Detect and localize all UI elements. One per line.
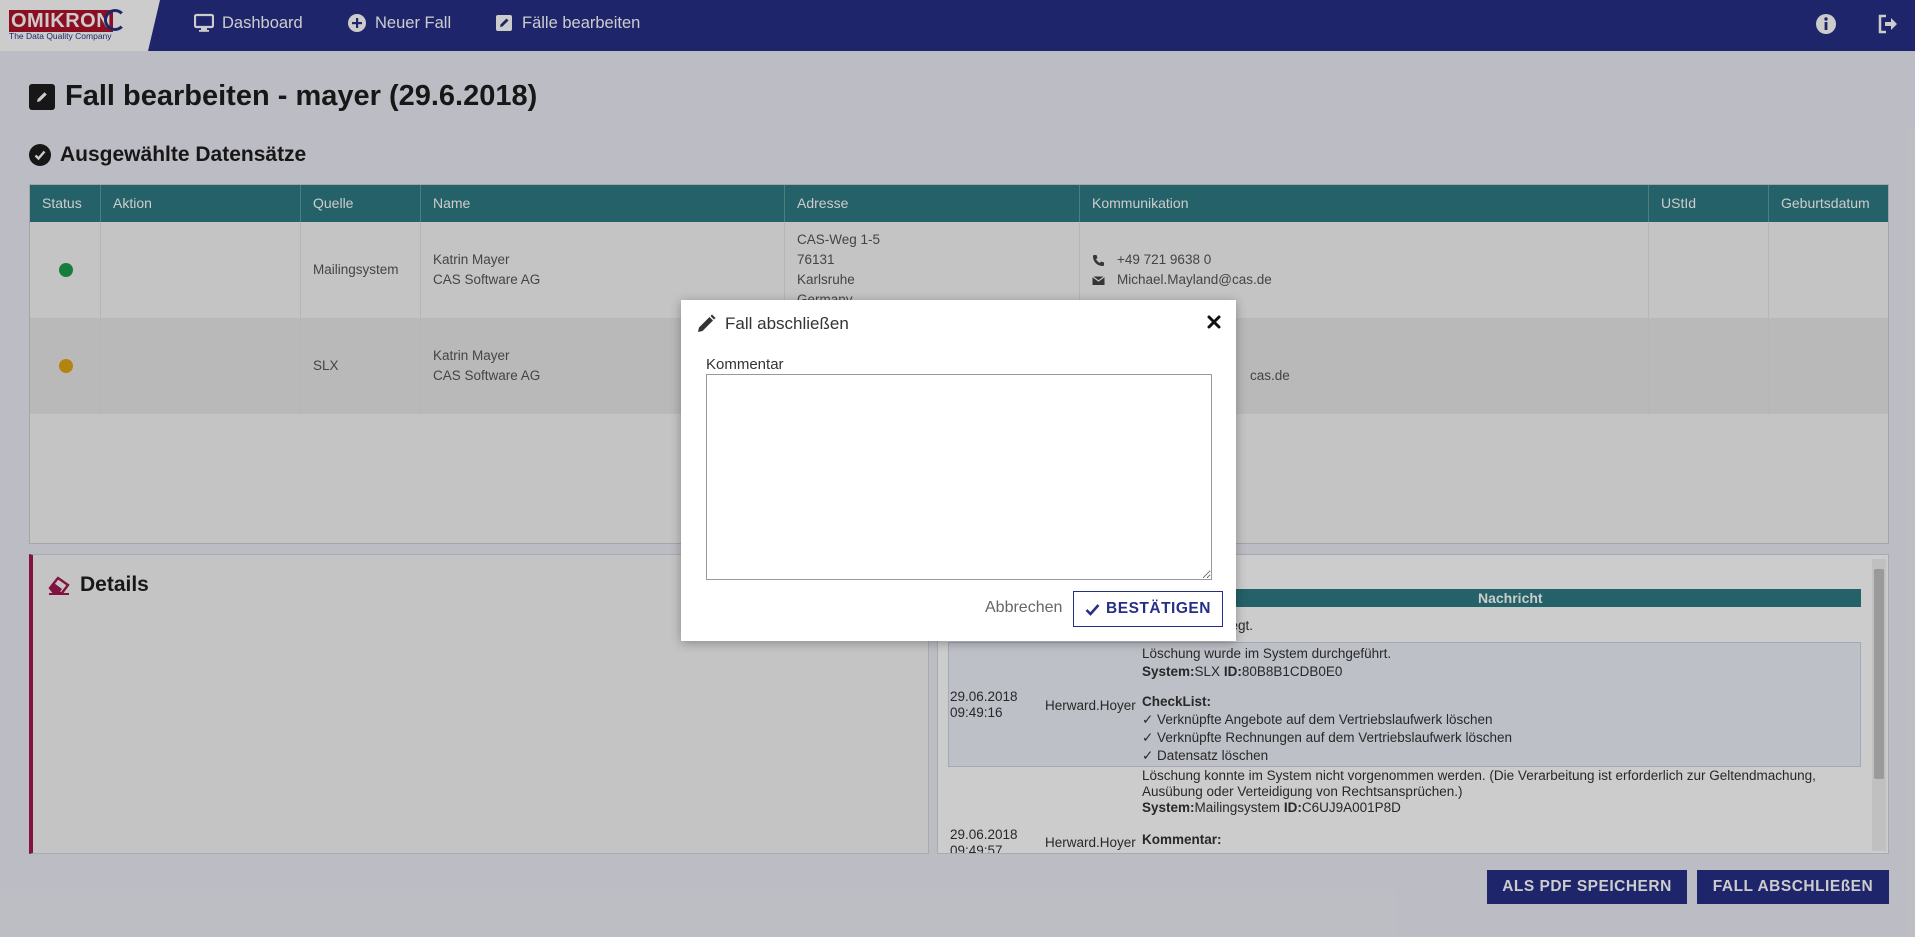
close-icon[interactable] bbox=[1204, 312, 1224, 332]
comment-label: Kommentar bbox=[706, 356, 784, 373]
dialog-title: Fall abschließen bbox=[696, 314, 849, 334]
confirm-button[interactable]: BESTÄTIGEN bbox=[1073, 591, 1223, 627]
check-icon bbox=[1085, 603, 1100, 616]
comment-textarea[interactable] bbox=[706, 374, 1212, 580]
dialog-title-text: Fall abschließen bbox=[725, 314, 849, 333]
confirm-button-label: BESTÄTIGEN bbox=[1106, 600, 1211, 617]
pencil-icon bbox=[698, 314, 716, 332]
cancel-button[interactable]: Abbrechen bbox=[985, 590, 1062, 626]
close-case-dialog: Fall abschließen Kommentar Abbrechen BES… bbox=[681, 300, 1236, 641]
